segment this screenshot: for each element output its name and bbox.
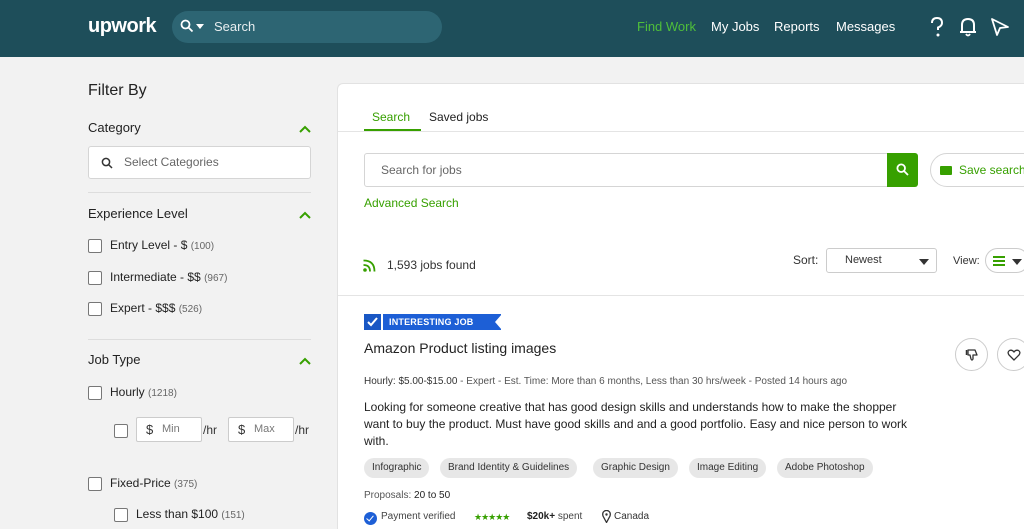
bell-icon[interactable] <box>958 16 978 38</box>
view-label: View: <box>953 255 980 267</box>
nav-messages[interactable]: Messages <box>836 19 895 34</box>
chevron-up-icon[interactable] <box>298 210 312 220</box>
per-hour-label: /hr <box>295 423 310 437</box>
upwork-logo[interactable]: upwork <box>88 15 157 38</box>
per-hour-label: /hr <box>203 423 218 437</box>
job-search-button[interactable] <box>887 153 918 187</box>
sort-select[interactable]: Newest <box>826 248 937 273</box>
sort-value: Newest <box>845 254 882 266</box>
check-icon <box>364 314 381 330</box>
divider <box>338 131 1024 132</box>
chevron-down-icon <box>919 259 929 265</box>
checkbox-fixed-price[interactable] <box>88 477 102 491</box>
jobs-found-count: 1,593 jobs found <box>387 258 476 272</box>
max-rate-input[interactable]: $ Max <box>228 417 294 442</box>
skill-tag[interactable]: Graphic Design <box>593 458 678 478</box>
hourly-label: Hourly (1218) <box>110 385 177 399</box>
advanced-search-link[interactable]: Advanced Search <box>364 196 459 210</box>
skill-tag[interactable]: Image Editing <box>689 458 767 478</box>
experience-title: Experience Level <box>88 206 188 221</box>
nav-find-work[interactable]: Find Work <box>637 19 696 34</box>
min-placeholder: Min <box>162 423 180 435</box>
checkbox-entry-level[interactable] <box>88 239 102 253</box>
header-search-placeholder: Search <box>214 19 256 34</box>
job-title[interactable]: Amazon Product listing images <box>364 340 556 356</box>
min-rate-input[interactable]: $ Min <box>136 417 202 442</box>
dislike-button[interactable] <box>955 338 988 371</box>
divider <box>338 295 1024 296</box>
skill-tag[interactable]: Adobe Photoshop <box>777 458 873 478</box>
category-select[interactable]: Select Categories <box>88 146 311 179</box>
list-icon <box>993 256 1005 266</box>
view-toggle[interactable] <box>985 248 1024 273</box>
save-job-button[interactable] <box>997 338 1024 371</box>
currency-symbol: $ <box>238 422 246 437</box>
help-icon[interactable] <box>927 16 947 38</box>
divider <box>88 339 311 340</box>
search-icon <box>101 157 113 169</box>
proposals-count: Proposals: 20 to 50 <box>364 490 451 501</box>
save-search-button[interactable]: Save search <box>930 153 1024 187</box>
send-icon[interactable] <box>990 16 1010 38</box>
nav-reports[interactable]: Reports <box>774 19 820 34</box>
job-search-panel: Search Saved jobs Search for jobs Save s… <box>337 83 1024 529</box>
skill-tag[interactable]: Infographic <box>364 458 430 478</box>
checkbox-hourly-rate[interactable] <box>114 424 128 438</box>
job-search-placeholder: Search for jobs <box>381 163 462 177</box>
intermediate-label: Intermediate - $$ (967) <box>110 270 228 284</box>
rss-icon[interactable] <box>363 259 376 272</box>
job-search-input[interactable]: Search for jobs <box>364 153 888 187</box>
checkbox-intermediate[interactable] <box>88 271 102 285</box>
tab-saved-jobs[interactable]: Saved jobs <box>429 110 488 124</box>
job-type-title: Job Type <box>88 352 141 367</box>
search-icon <box>180 19 194 33</box>
thumbs-down-icon <box>965 349 978 361</box>
filter-title: Filter By <box>88 82 147 99</box>
client-country: Canada <box>614 511 650 522</box>
entry-level-label: Entry Level - $ (100) <box>110 238 215 252</box>
chevron-up-icon[interactable] <box>298 124 312 134</box>
search-icon <box>896 163 909 176</box>
tab-search[interactable]: Search <box>372 110 410 124</box>
category-title: Category <box>88 120 141 135</box>
chevron-down-icon[interactable] <box>196 24 204 29</box>
verified-badge-icon <box>364 512 377 525</box>
job-meta: Hourly: $5.00-$15.00 - Expert - Est. Tim… <box>364 376 848 387</box>
chevron-down-icon <box>1012 259 1022 265</box>
expert-label: Expert - $$$ (526) <box>110 301 203 315</box>
checkbox-expert[interactable] <box>88 302 102 316</box>
save-search-label: Save search <box>959 163 1024 177</box>
folder-icon <box>940 166 952 175</box>
job-description: Looking for someone creative that has go… <box>364 400 907 448</box>
sort-label: Sort: <box>793 253 819 267</box>
skill-tag[interactable]: Brand Identity & Guidelines <box>440 458 578 478</box>
currency-symbol: $ <box>146 422 154 437</box>
fixed-price-label: Fixed-Price (375) <box>110 476 198 490</box>
checkbox-less-than-100[interactable] <box>114 508 128 522</box>
less-than-100-label: Less than $100 (151) <box>136 507 245 521</box>
badge-label: INTERESTING JOB <box>383 314 501 330</box>
client-rating-stars: ★★★★★ <box>474 512 510 522</box>
header-search[interactable]: Search <box>172 11 442 43</box>
location-pin-icon <box>602 510 611 523</box>
divider <box>88 192 311 193</box>
chevron-up-icon[interactable] <box>298 356 312 366</box>
nav-my-jobs[interactable]: My Jobs <box>711 19 759 34</box>
checkbox-hourly[interactable] <box>88 386 102 400</box>
category-placeholder: Select Categories <box>124 155 219 169</box>
client-spent: $20k+ spent <box>527 511 583 522</box>
top-navbar: upwork Search Find Work My Jobs Reports … <box>0 0 1024 57</box>
heart-icon <box>1007 349 1021 361</box>
max-placeholder: Max <box>254 423 275 435</box>
